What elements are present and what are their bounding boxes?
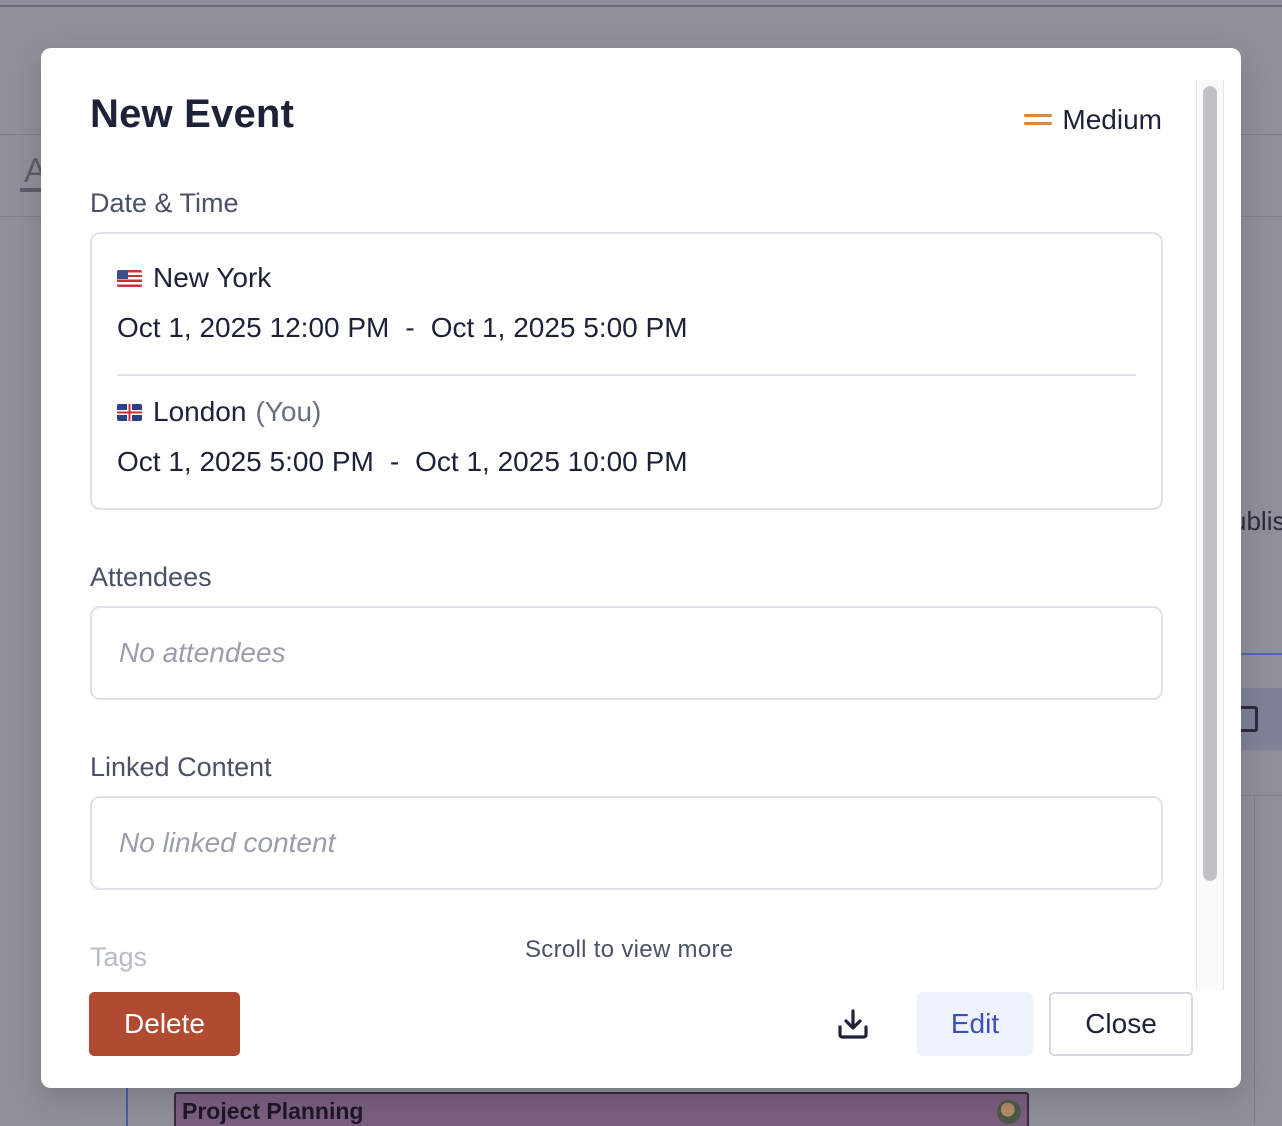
time-separator: - xyxy=(389,446,400,477)
scroll-hint: Scroll to view more xyxy=(525,936,734,963)
timezone-time-range: Oct 1, 2025 5:00 PM - Oct 1, 2025 10:00 PM xyxy=(117,446,1136,478)
event-modal: New Event Medium Date & Time New York Oc… xyxy=(41,48,1241,1088)
download-icon xyxy=(838,1009,868,1039)
background-grid-line xyxy=(1254,795,1255,1125)
modal-content[interactable]: New Event Medium Date & Time New York Oc… xyxy=(41,48,1196,990)
timezone-london: London (You) Oct 1, 2025 5:00 PM - Oct 1, … xyxy=(117,396,1136,478)
background-event-title: Project Planning xyxy=(182,1098,364,1124)
us-flag-icon xyxy=(117,269,142,287)
start-time: Oct 1, 2025 12:00 PM xyxy=(117,312,390,343)
time-separator: - xyxy=(405,312,415,343)
background-active-indicator xyxy=(1240,653,1282,655)
priority-indicator: Medium xyxy=(1024,104,1162,136)
timezone-name: London xyxy=(153,396,247,427)
timezone-name: New York xyxy=(153,262,272,293)
attendees-label: Attendees xyxy=(90,562,212,592)
edit-button[interactable]: Edit xyxy=(917,992,1033,1056)
modal-footer: Delete Edit Close xyxy=(41,990,1241,1088)
background-calendar-button xyxy=(1236,688,1282,750)
background-event-block: Project Planning xyxy=(174,1092,1029,1126)
timezone-divider xyxy=(117,374,1136,376)
modal-title: New Event xyxy=(90,92,295,136)
uk-flag-icon xyxy=(117,403,142,421)
background-grid-line xyxy=(1240,795,1282,796)
end-time: Oct 1, 2025 5:00 PM xyxy=(430,312,688,343)
linked-content-empty-text: No linked content xyxy=(119,827,336,858)
timezone-time-range: Oct 1, 2025 12:00 PM - Oct 1, 2025 5:00 PM xyxy=(117,312,1136,344)
date-time-label: Date & Time xyxy=(90,188,239,218)
priority-label: Medium xyxy=(1062,104,1162,135)
attendees-box: No attendees xyxy=(90,606,1163,700)
download-button[interactable] xyxy=(825,992,881,1056)
scrollbar[interactable] xyxy=(1196,80,1224,990)
timezone-new-york: New York Oct 1, 2025 12:00 PM - Oct 1, 202… xyxy=(117,262,1136,344)
tags-label: Tags xyxy=(90,942,148,972)
date-time-box: New York Oct 1, 2025 12:00 PM - Oct 1, 202… xyxy=(90,232,1163,510)
start-time: Oct 1, 2025 5:00 PM xyxy=(117,446,374,477)
top-border xyxy=(0,5,1282,7)
linked-content-label: Linked Content xyxy=(90,752,272,782)
delete-button[interactable]: Delete xyxy=(89,992,240,1056)
timezone-you-badge: (You) xyxy=(255,396,322,427)
close-button[interactable]: Close xyxy=(1049,992,1193,1056)
avatar xyxy=(997,1100,1021,1124)
scrollbar-thumb[interactable] xyxy=(1203,86,1217,881)
attendees-empty-text: No attendees xyxy=(119,637,286,668)
linked-content-box: No linked content xyxy=(90,796,1163,890)
end-time: Oct 1, 2025 10:00 PM xyxy=(415,446,688,477)
priority-medium-icon xyxy=(1024,114,1053,126)
background-now-line xyxy=(126,1085,128,1126)
